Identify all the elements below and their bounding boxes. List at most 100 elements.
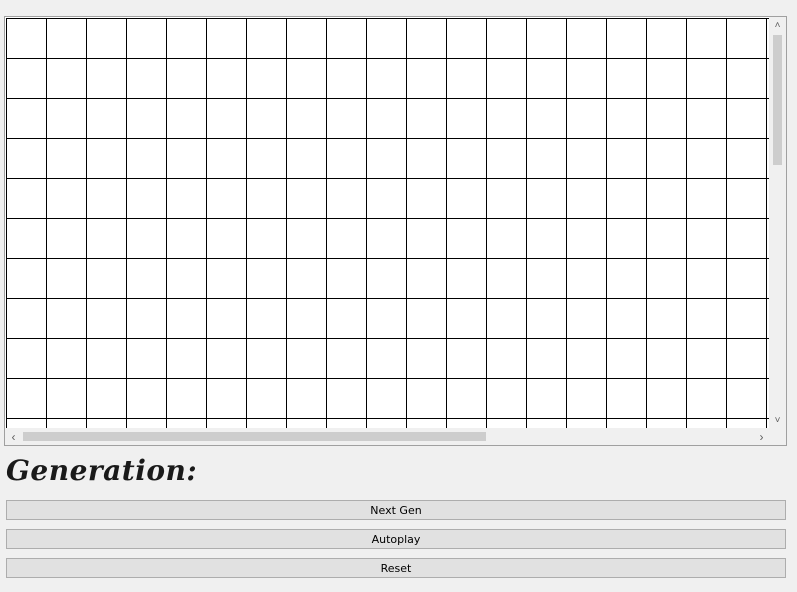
grid-cell[interactable] bbox=[46, 378, 86, 418]
grid-cell[interactable] bbox=[166, 138, 206, 178]
grid-cell[interactable] bbox=[46, 258, 86, 298]
grid-cell[interactable] bbox=[246, 258, 286, 298]
grid-cell[interactable] bbox=[166, 98, 206, 138]
grid-cell[interactable] bbox=[6, 18, 46, 58]
autoplay-button[interactable]: Autoplay bbox=[6, 529, 786, 549]
grid-cell[interactable] bbox=[566, 218, 606, 258]
grid-cell[interactable] bbox=[326, 258, 366, 298]
grid-cell[interactable] bbox=[46, 178, 86, 218]
grid-cell[interactable] bbox=[526, 298, 566, 338]
grid-cell[interactable] bbox=[6, 298, 46, 338]
chevron-right-icon[interactable]: › bbox=[753, 428, 770, 445]
vertical-scrollbar[interactable]: ˄ ˅ bbox=[769, 17, 786, 429]
grid-cell[interactable] bbox=[406, 98, 446, 138]
grid-cell[interactable] bbox=[286, 18, 326, 58]
grid-cell[interactable] bbox=[726, 298, 766, 338]
grid-cell[interactable] bbox=[46, 218, 86, 258]
grid-cell[interactable] bbox=[126, 378, 166, 418]
grid-cell[interactable] bbox=[726, 98, 766, 138]
grid-cell[interactable] bbox=[366, 18, 406, 58]
grid-cell[interactable] bbox=[406, 258, 446, 298]
grid-cell[interactable] bbox=[86, 298, 126, 338]
grid-cell[interactable] bbox=[46, 58, 86, 98]
grid-cell[interactable] bbox=[46, 338, 86, 378]
grid-cell[interactable] bbox=[166, 58, 206, 98]
reset-button[interactable]: Reset bbox=[6, 558, 786, 578]
grid-cell[interactable] bbox=[46, 18, 86, 58]
grid-cell[interactable] bbox=[446, 258, 486, 298]
grid-cell[interactable] bbox=[6, 138, 46, 178]
grid-cell[interactable] bbox=[686, 58, 726, 98]
grid-cell[interactable] bbox=[526, 218, 566, 258]
grid-cell[interactable] bbox=[86, 58, 126, 98]
grid-cell[interactable] bbox=[46, 298, 86, 338]
grid-cell[interactable] bbox=[286, 98, 326, 138]
grid-cell[interactable] bbox=[646, 378, 686, 418]
grid-cell[interactable] bbox=[246, 18, 286, 58]
grid-cell[interactable] bbox=[486, 378, 526, 418]
grid-cell[interactable] bbox=[486, 298, 526, 338]
grid-cell[interactable] bbox=[286, 378, 326, 418]
grid-cell[interactable] bbox=[366, 218, 406, 258]
grid-cell[interactable] bbox=[86, 98, 126, 138]
grid-cell[interactable] bbox=[446, 138, 486, 178]
grid-cell[interactable] bbox=[726, 218, 766, 258]
grid-cell[interactable] bbox=[686, 178, 726, 218]
grid-cell[interactable] bbox=[166, 378, 206, 418]
grid-cell[interactable] bbox=[646, 98, 686, 138]
grid-cell[interactable] bbox=[86, 138, 126, 178]
grid-cell[interactable] bbox=[286, 218, 326, 258]
grid-cell[interactable] bbox=[686, 298, 726, 338]
grid-cell[interactable] bbox=[446, 298, 486, 338]
grid-cell[interactable] bbox=[526, 98, 566, 138]
grid-cell[interactable] bbox=[646, 218, 686, 258]
grid-cell[interactable] bbox=[646, 178, 686, 218]
grid-cell[interactable] bbox=[406, 218, 446, 258]
grid-cell[interactable] bbox=[526, 258, 566, 298]
grid-cell[interactable] bbox=[326, 298, 366, 338]
grid-cell[interactable] bbox=[206, 98, 246, 138]
grid-cell[interactable] bbox=[86, 338, 126, 378]
grid-cell[interactable] bbox=[6, 258, 46, 298]
grid-cell[interactable] bbox=[646, 338, 686, 378]
grid-cell[interactable] bbox=[646, 138, 686, 178]
horizontal-scrollbar[interactable]: ‹ › bbox=[5, 428, 770, 445]
grid-cell[interactable] bbox=[206, 298, 246, 338]
grid-cell[interactable] bbox=[686, 138, 726, 178]
grid-cell[interactable] bbox=[606, 338, 646, 378]
chevron-down-icon[interactable]: ˅ bbox=[769, 412, 786, 429]
grid-cell[interactable] bbox=[326, 98, 366, 138]
grid-cell[interactable] bbox=[486, 178, 526, 218]
grid-cell[interactable] bbox=[286, 178, 326, 218]
grid-cell[interactable] bbox=[566, 58, 606, 98]
grid-cell[interactable] bbox=[126, 258, 166, 298]
grid-cell[interactable] bbox=[206, 218, 246, 258]
grid-cell[interactable] bbox=[6, 338, 46, 378]
grid-cell[interactable] bbox=[326, 378, 366, 418]
grid-cell[interactable] bbox=[206, 58, 246, 98]
next-gen-button[interactable]: Next Gen bbox=[6, 500, 786, 520]
grid-cell[interactable] bbox=[326, 18, 366, 58]
chevron-up-icon[interactable]: ˄ bbox=[769, 17, 786, 34]
grid-cell[interactable] bbox=[726, 378, 766, 418]
grid-cell[interactable] bbox=[86, 378, 126, 418]
grid-cell[interactable] bbox=[126, 298, 166, 338]
grid-cell[interactable] bbox=[566, 18, 606, 58]
grid-cell[interactable] bbox=[206, 138, 246, 178]
grid-cell[interactable] bbox=[6, 178, 46, 218]
grid-cell[interactable] bbox=[566, 298, 606, 338]
grid-cell[interactable] bbox=[126, 98, 166, 138]
grid-cell[interactable] bbox=[86, 178, 126, 218]
grid-cell[interactable] bbox=[126, 58, 166, 98]
grid-cell[interactable] bbox=[366, 58, 406, 98]
grid-cell[interactable] bbox=[366, 178, 406, 218]
grid-cell[interactable] bbox=[486, 98, 526, 138]
grid-cell[interactable] bbox=[286, 58, 326, 98]
grid-cell[interactable] bbox=[406, 58, 446, 98]
grid-cell[interactable] bbox=[726, 258, 766, 298]
grid-cell[interactable] bbox=[126, 338, 166, 378]
grid-cell[interactable] bbox=[206, 258, 246, 298]
grid-cell[interactable] bbox=[486, 218, 526, 258]
grid-cell[interactable] bbox=[446, 98, 486, 138]
grid-cell[interactable] bbox=[446, 378, 486, 418]
